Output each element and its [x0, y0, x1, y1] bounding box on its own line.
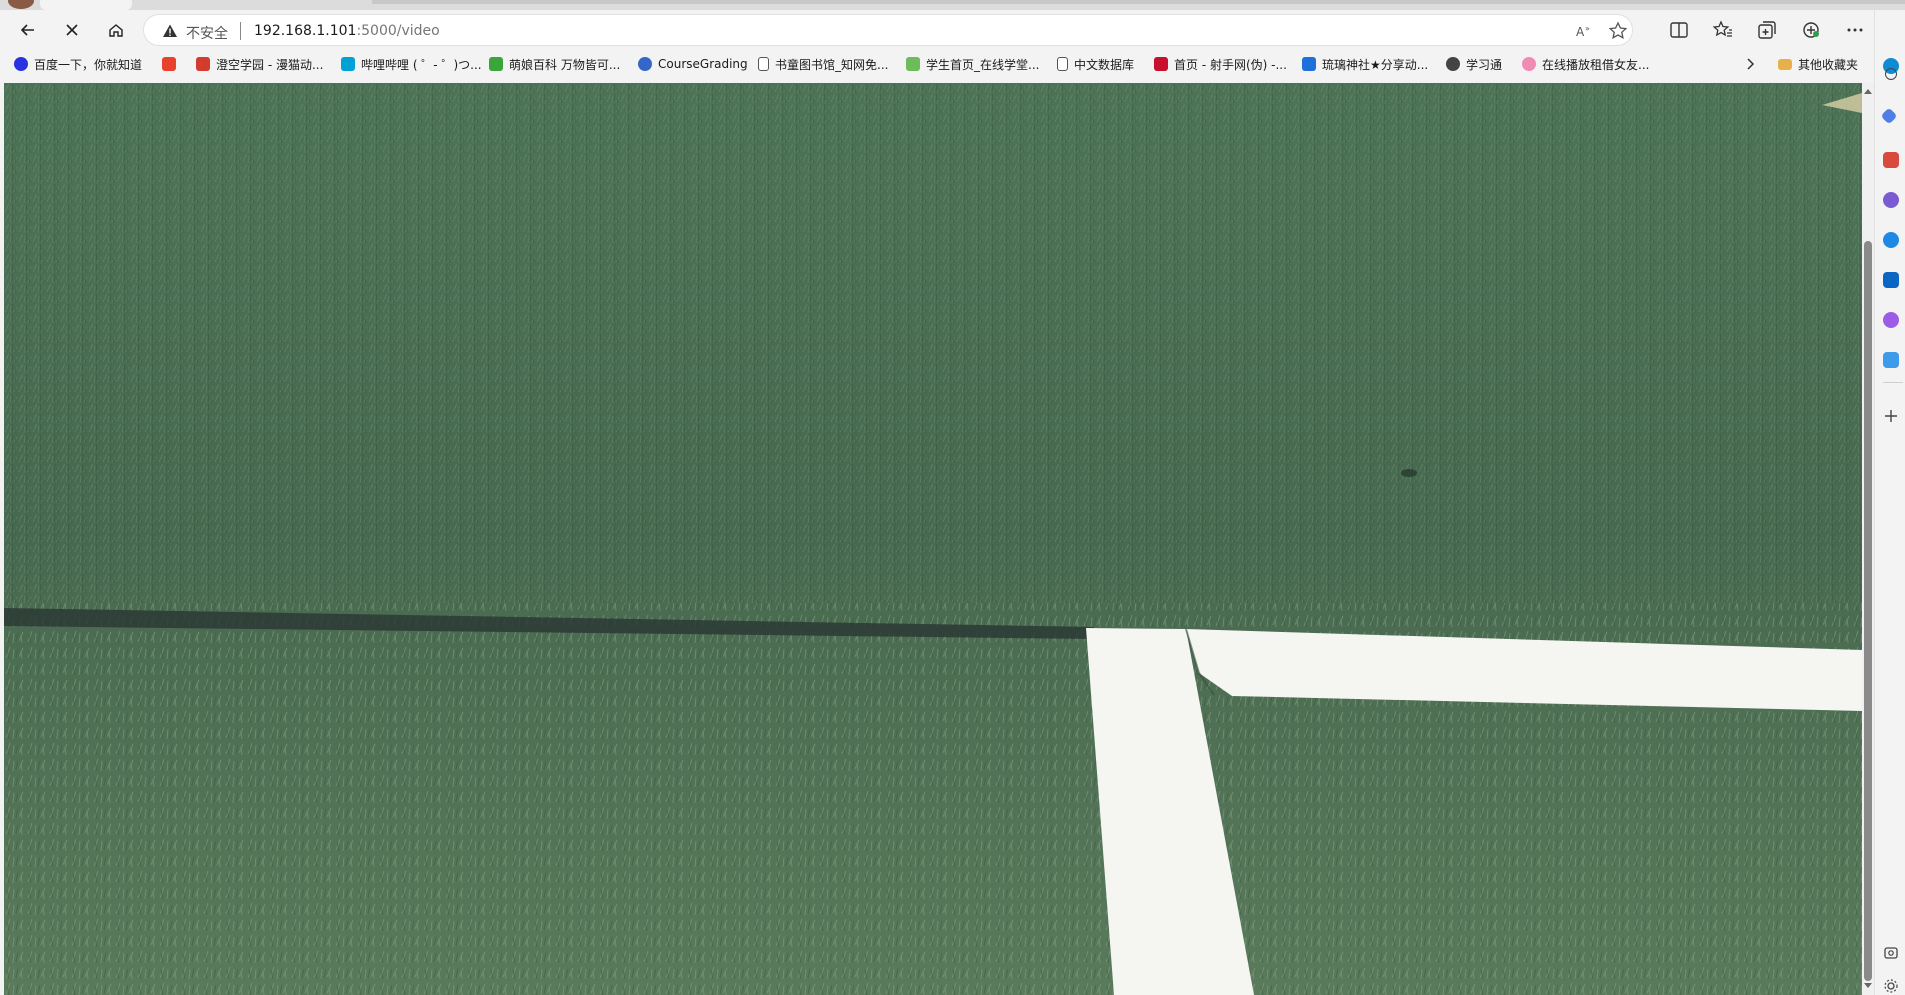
bookmark-item[interactable]: 百度一下，你就知道: [14, 55, 142, 73]
bookmark-item[interactable]: 书童图书馆_知网免...: [758, 55, 888, 73]
svg-text:A: A: [1576, 25, 1585, 39]
url-text[interactable]: 192.168.1.101:5000/video: [254, 23, 440, 39]
bookmark-label: 其他收藏夹: [1798, 57, 1859, 72]
bookmark-label: 澄空学园 - 漫猫动...: [216, 57, 324, 72]
bookmark-favicon-icon: [1446, 57, 1460, 71]
bookmark-label: 在线播放租借女友...: [1542, 57, 1650, 72]
bookmark-favicon-icon: [14, 57, 28, 71]
office-icon[interactable]: [1883, 232, 1899, 248]
url-host: 192.168.1.101: [254, 23, 357, 39]
bookmark-label: 琉璃神社★分享动...: [1322, 57, 1429, 72]
bookmark-item[interactable]: 在线播放租借女友...: [1522, 55, 1649, 73]
bookmark-item[interactable]: 中文数据库: [1057, 55, 1134, 73]
video-stream: [4, 83, 1862, 995]
video-frame: [4, 83, 1862, 995]
side-panel: [1874, 10, 1905, 995]
close-icon: [66, 24, 78, 36]
bookmarks-overflow-button[interactable]: [1744, 55, 1756, 73]
home-icon: [109, 24, 123, 37]
tab-strip-bar: [372, 0, 1905, 4]
tab-strip: [0, 0, 1905, 10]
bookmark-favicon-icon: [162, 57, 176, 71]
bookmark-favicon-icon: [1154, 57, 1168, 71]
warning-icon[interactable]: [162, 23, 178, 39]
extensions-icon[interactable]: [1799, 18, 1823, 42]
bookmark-favicon-icon: [341, 57, 355, 71]
page-scrollbar[interactable]: [1862, 83, 1874, 995]
other-favorites-folder[interactable]: 其他收藏夹: [1778, 55, 1858, 73]
send-icon[interactable]: [1883, 352, 1899, 368]
browser-toolbar: 不安全 192.168.1.101:5000/video A»: [0, 10, 1905, 50]
collections-icon[interactable]: [1755, 18, 1779, 42]
bookmark-label: 中文数据库: [1074, 57, 1135, 72]
games-icon[interactable]: [1883, 192, 1899, 208]
bookmark-label: 学习通: [1466, 57, 1503, 72]
bookmarks-bar: 百度一下，你就知道 澄空学园 - 漫猫动... 哔哩哔哩 ( ゜- ゜)つ...…: [0, 50, 1880, 78]
home-button[interactable]: [100, 14, 132, 46]
side-panel-divider: [1883, 382, 1903, 383]
read-aloud-icon[interactable]: A»: [1574, 21, 1594, 41]
more-icon[interactable]: [1843, 18, 1867, 42]
stop-button[interactable]: [56, 14, 88, 46]
scroll-down-icon[interactable]: [1864, 983, 1872, 988]
url-path: :5000/video: [356, 23, 440, 39]
profile-avatar[interactable]: [8, 0, 34, 9]
bookmark-label: 萌娘百科 万物皆可...: [509, 57, 621, 72]
tab-active[interactable]: [40, 0, 132, 10]
bookmark-item[interactable]: 学生首页_在线学堂...: [906, 55, 1039, 73]
screenshot-icon[interactable]: [1883, 945, 1899, 961]
address-divider: [240, 22, 241, 40]
address-bar[interactable]: 不安全 192.168.1.101:5000/video A»: [143, 14, 1633, 46]
bookmark-favicon-icon: [196, 57, 210, 71]
scrollbar-thumb[interactable]: [1864, 241, 1872, 981]
bookmark-favicon-icon: [489, 57, 503, 71]
tools-icon[interactable]: [1883, 152, 1899, 168]
tag-icon[interactable]: [1880, 107, 1898, 125]
bookmark-favicon-icon: [638, 57, 652, 71]
bookmark-item[interactable]: 澄空学园 - 漫猫动...: [196, 55, 323, 73]
bookmark-item[interactable]: 首页 - 射手网(伪) -...: [1154, 55, 1287, 73]
folder-icon: [1778, 58, 1792, 70]
security-label[interactable]: 不安全: [186, 23, 228, 43]
add-icon[interactable]: [1883, 408, 1899, 424]
bookmark-item[interactable]: [162, 55, 182, 73]
bookmark-favicon-icon: [1302, 57, 1316, 71]
bookmark-label: 百度一下，你就知道: [34, 57, 143, 72]
favorites-icon[interactable]: [1711, 18, 1735, 42]
chevron-right-icon: [1747, 58, 1755, 70]
bookmark-label: 学生首页_在线学堂...: [926, 57, 1040, 72]
bookmark-item[interactable]: 哔哩哔哩 ( ゜- ゜)つ...: [341, 55, 482, 73]
svg-text:»: »: [1585, 24, 1590, 33]
bookmark-favicon-icon: [1522, 57, 1536, 71]
bookmark-item[interactable]: 琉璃神社★分享动...: [1302, 55, 1428, 73]
bookmark-label: 首页 - 射手网(伪) -...: [1174, 57, 1287, 72]
back-arrow-icon: [20, 24, 34, 36]
bookmark-item[interactable]: 萌娘百科 万物皆可...: [489, 55, 620, 73]
star-icon[interactable]: [1608, 21, 1628, 41]
bookmark-item[interactable]: CourseGrading: [638, 55, 748, 73]
scroll-up-icon[interactable]: [1864, 89, 1872, 94]
bookmark-label: CourseGrading: [658, 57, 748, 71]
settings-icon[interactable]: [1883, 978, 1899, 994]
page-icon: [758, 57, 769, 71]
outlook-icon[interactable]: [1883, 272, 1899, 288]
bookmark-item[interactable]: 学习通: [1446, 55, 1502, 73]
back-button[interactable]: [12, 14, 44, 46]
page-icon: [1057, 57, 1068, 71]
search-icon[interactable]: [1885, 68, 1897, 80]
bookmark-favicon-icon: [906, 57, 920, 71]
designer-icon[interactable]: [1883, 312, 1899, 328]
bookmark-label: 哔哩哔哩 ( ゜- ゜)つ...: [361, 57, 482, 72]
bookmark-label: 书童图书馆_知网免...: [775, 57, 889, 72]
split-screen-icon[interactable]: [1667, 18, 1691, 42]
